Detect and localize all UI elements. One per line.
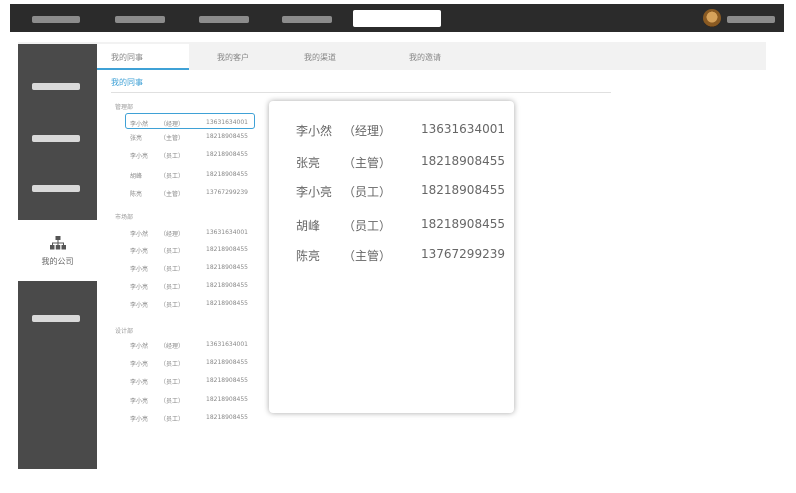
- member-role: （经理）: [160, 343, 185, 350]
- member-phone: 18218908455: [206, 300, 248, 307]
- member-name: 李小亮: [296, 185, 333, 199]
- member-role: （员工）: [160, 248, 185, 255]
- member-name: 胡峰: [130, 173, 143, 180]
- member-name: 李小然: [130, 231, 149, 238]
- sidebar: 我的公司: [18, 44, 97, 469]
- member-phone: 13631634001: [206, 341, 248, 348]
- user-name[interactable]: [727, 16, 775, 23]
- member-role: （主管）: [160, 191, 185, 198]
- member-name: 张亮: [296, 156, 321, 170]
- member-name: 李小然: [130, 343, 149, 350]
- member-name: 李小亮: [130, 302, 149, 309]
- org-chart-icon: [50, 236, 66, 250]
- department-title: 设计部: [115, 328, 134, 335]
- member-phone: 18218908455: [206, 414, 248, 421]
- member-role: （员工）: [160, 398, 185, 405]
- member-role: （员工）: [160, 416, 185, 423]
- member-phone: 18218908455: [206, 359, 248, 366]
- member-name: 胡峰: [296, 219, 321, 233]
- subtab-my-colleagues[interactable]: 我的同事: [111, 77, 143, 88]
- member-role: （主管）: [160, 135, 185, 142]
- sidebar-item-my-company[interactable]: 我的公司: [18, 220, 97, 281]
- member-name: 李小亮: [130, 284, 149, 291]
- nav-item-1[interactable]: [32, 16, 80, 23]
- member-role: （主管）: [343, 156, 392, 170]
- member-phone: 18218908455: [206, 171, 248, 178]
- member-phone: 18218908455: [206, 377, 248, 384]
- nav-item-4[interactable]: [282, 16, 332, 23]
- member-phone: 18218908455: [421, 217, 505, 231]
- member-role: （主管）: [343, 249, 392, 263]
- tab-bar: 我的同事 我的客户 我的渠道 我的邀请: [97, 44, 766, 70]
- member-phone: 13631634001: [206, 119, 248, 126]
- member-phone: 18218908455: [206, 396, 248, 403]
- sidebar-item-1[interactable]: [32, 83, 80, 90]
- member-phone: 18218908455: [206, 264, 248, 271]
- nav-item-2[interactable]: [115, 16, 165, 23]
- member-name: 李小亮: [130, 361, 149, 368]
- avatar[interactable]: [703, 9, 721, 27]
- member-phone: 18218908455: [206, 282, 248, 289]
- member-name: 李小亮: [130, 379, 149, 386]
- department-title: 市场部: [115, 214, 134, 221]
- member-name: 李小然: [130, 121, 149, 128]
- member-role: （员工）: [160, 379, 185, 386]
- sidebar-item-5[interactable]: [32, 315, 80, 322]
- nav-item-active[interactable]: [353, 10, 441, 27]
- tab-my-colleagues[interactable]: 我的同事: [111, 52, 143, 63]
- member-role: （员工）: [343, 185, 392, 199]
- top-navbar: [10, 4, 784, 32]
- member-phone: 18218908455: [421, 154, 505, 168]
- member-name: 李小亮: [130, 266, 149, 273]
- sidebar-item-2[interactable]: [32, 135, 80, 142]
- member-name: 李小亮: [130, 398, 149, 405]
- member-phone: 13631634001: [206, 229, 248, 236]
- member-phone: 13767299239: [421, 247, 505, 261]
- member-role: （经理）: [160, 121, 185, 128]
- member-role: （员工）: [160, 302, 185, 309]
- member-name: 陈亮: [296, 249, 321, 263]
- member-role: （员工）: [160, 361, 185, 368]
- sidebar-item-label: 我的公司: [41, 257, 74, 266]
- member-name: 李小然: [296, 124, 333, 138]
- member-phone: 18218908455: [206, 151, 248, 158]
- member-detail-popup: 李小然 （经理） 13631634001 张亮 （主管） 18218908455 李小亮…: [269, 101, 514, 413]
- nav-item-3[interactable]: [199, 16, 249, 23]
- member-phone: 18218908455: [206, 133, 248, 140]
- member-name: 李小亮: [130, 416, 149, 423]
- member-phone: 13767299239: [206, 189, 248, 196]
- tab-my-customers[interactable]: 我的客户: [217, 52, 249, 63]
- member-role: （员工）: [160, 284, 185, 291]
- tab-my-channels[interactable]: 我的渠道: [304, 52, 336, 63]
- department-title: 管理部: [115, 104, 134, 111]
- tab-my-invitations[interactable]: 我的邀请: [409, 52, 441, 63]
- member-role: （员工）: [160, 173, 185, 180]
- member-phone: 13631634001: [421, 122, 505, 136]
- member-role: （员工）: [343, 219, 392, 233]
- sidebar-item-3[interactable]: [32, 185, 80, 192]
- member-name: 李小亮: [130, 248, 149, 255]
- member-role: （员工）: [160, 153, 185, 160]
- member-phone: 18218908455: [206, 246, 248, 253]
- divider: [111, 92, 611, 93]
- member-name: 李小亮: [130, 153, 149, 160]
- member-phone: 18218908455: [421, 183, 505, 197]
- member-role: （经理）: [343, 124, 392, 138]
- member-name: 陈亮: [130, 191, 143, 198]
- member-name: 张亮: [130, 135, 143, 142]
- member-role: （员工）: [160, 266, 185, 273]
- member-role: （经理）: [160, 231, 185, 238]
